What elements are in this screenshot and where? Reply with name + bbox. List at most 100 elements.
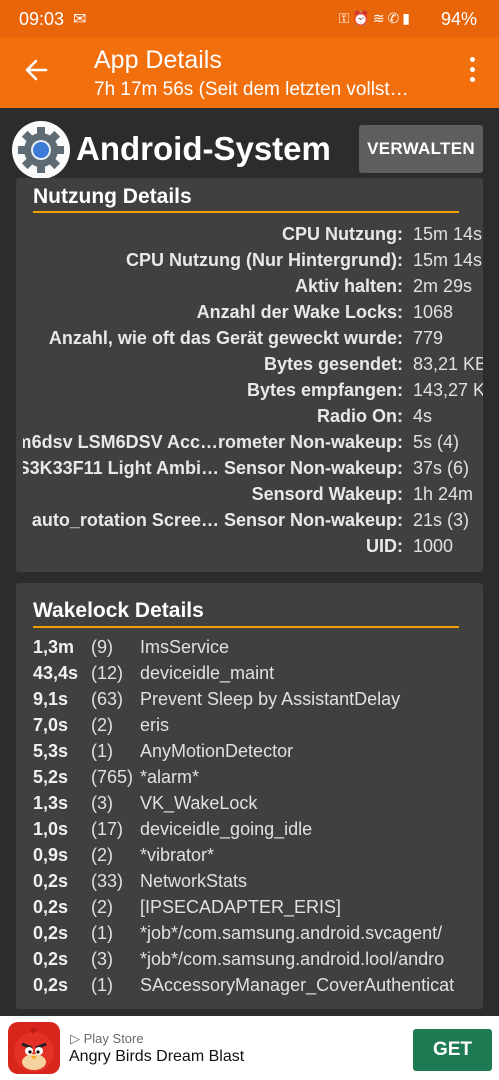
usage-label: TCS3K33F11 Light Ambi… Sensor Non-wakeup… (23, 458, 403, 478)
usage-value: 1000 (413, 536, 454, 556)
wakelock-row: 7,0s (2) eris (16, 715, 483, 741)
wakelock-name: AnyMotionDetector (140, 741, 294, 761)
wakelock-name: *job*/com.samsung.android.lool/andro (140, 949, 445, 969)
wakelock-duration: 0,2s (33, 897, 69, 917)
usage-details-card: Nutzung Details CPU Nutzung: 15m 14s CPU… (16, 178, 483, 572)
usage-row: UID: 1000 (16, 536, 483, 562)
usage-value: 2m 29s (413, 276, 473, 296)
wakelock-row: 0,9s (2) *vibrator* (16, 845, 483, 871)
wakelock-count: (1) (91, 975, 113, 995)
ad-store-label: ▷ Play Store (70, 1031, 144, 1046)
wakelock-duration: 7,0s (33, 715, 69, 735)
status-bar: 09:03 ✉ ⚿⏰≋✆▮ 94% (0, 0, 499, 37)
wakelock-name: [IPSECADAPTER_ERIS] (140, 897, 342, 917)
notification-icon: ✉ (73, 11, 87, 28)
usage-value: 5s (4) (413, 432, 460, 452)
usage-label: CPU Nutzung: (282, 224, 403, 244)
usage-label: lsm6dsv LSM6DSV Acc…rometer Non-wakeup: (23, 432, 403, 452)
usage-value: 1068 (413, 302, 454, 322)
wakelock-duration: 0,2s (33, 975, 69, 995)
usage-row: Aktiv halten: 2m 29s (16, 276, 483, 302)
usage-row: Bytes gesendet: 83,21 KB (16, 354, 483, 380)
wakelock-duration: 43,4s (33, 663, 79, 683)
key-icon: ⚿ (338, 10, 353, 26)
usage-label: Bytes empfangen: (246, 380, 403, 400)
usage-row: Radio On: 4s (16, 406, 483, 432)
wakelock-row: 5,2s (765) *alarm* (16, 767, 483, 793)
arrow-left-icon (25, 59, 48, 81)
angry-bird-icon (8, 1022, 60, 1074)
wakelock-name: deviceidle_going_idle (140, 819, 313, 839)
wakelock-name: ImsService (140, 637, 230, 657)
wakelock-row: 43,4s (12) deviceidle_maint (16, 663, 483, 689)
usage-value: 15m 14s (413, 224, 483, 244)
wakelock-row: 1,3m (9) ImsService (16, 637, 483, 663)
usage-value: 143,27 KB (413, 380, 483, 400)
usage-label: Bytes gesendet: (263, 354, 403, 374)
wakelock-duration: 5,3s (33, 741, 69, 761)
call-icon: ✆ (387, 10, 403, 26)
wakelock-count: (63) (91, 689, 124, 709)
page-subtitle: 7h 17m 56s (Seit dem letzten vollst… (94, 79, 409, 100)
app-header: Android-System VERWALTEN (0, 108, 499, 188)
usage-label: Anzahl der Wake Locks: (196, 302, 403, 322)
wakelock-name: *alarm* (140, 767, 200, 787)
wakelock-details-title: Wakelock Details (33, 599, 204, 622)
wakelock-name: Prevent Sleep by AssistantDelay (140, 689, 401, 709)
wakelock-count: (2) (91, 715, 113, 735)
usage-label: UID: (366, 536, 403, 556)
usage-label: Radio On: (317, 406, 403, 426)
wakelock-duration: 9,1s (33, 689, 69, 709)
wakelock-duration: 1,0s (33, 819, 69, 839)
wakelock-row: 9,1s (63) Prevent Sleep by AssistantDela… (16, 689, 483, 715)
ad-get-button[interactable]: GET (413, 1029, 492, 1071)
wakelock-name: SAccessoryManager_CoverAuthenticat (140, 975, 455, 995)
wakelock-row: 0,2s (33) NetworkStats (16, 871, 483, 897)
usage-label: Aktiv halten: (294, 276, 403, 296)
gear-icon (12, 121, 70, 179)
play-store-icon: ▷ (70, 1031, 80, 1046)
wakelock-name: NetworkStats (140, 871, 248, 891)
wakelock-count: (17) (91, 819, 124, 839)
usage-value: 15m 14s (413, 250, 483, 270)
usage-label: Anzahl, wie oft das Gerät geweckt wurde: (48, 328, 403, 348)
usage-row: CPU Nutzung: 15m 14s (16, 224, 483, 250)
wakelock-row: 0,2s (2) [IPSECADAPTER_ERIS] (16, 897, 483, 923)
wakelock-row: 0,2s (3) *job*/com.samsung.android.lool/… (16, 949, 483, 975)
overflow-menu-icon[interactable] (469, 57, 477, 87)
divider (33, 211, 459, 213)
wakelock-duration: 5,2s (33, 767, 69, 787)
usage-value: 21s (3) (413, 510, 470, 530)
wakelock-duration: 0,2s (33, 949, 69, 969)
wakelock-name: VK_WakeLock (140, 793, 258, 813)
ad-banner[interactable]: ▷ Play Store Angry Birds Dream Blast GET (0, 1016, 499, 1080)
usage-row: auto_rotation Scree… Sensor Non-wakeup: … (16, 510, 483, 536)
wakelock-row: 1,3s (3) VK_WakeLock (16, 793, 483, 819)
wakelock-count: (33) (91, 871, 124, 891)
ad-title: Angry Birds Dream Blast (69, 1048, 245, 1065)
wakelock-count: (3) (91, 949, 113, 969)
usage-row: Bytes empfangen: 143,27 KB (16, 380, 483, 406)
wakelock-row: 0,2s (1) *job*/com.samsung.android.svcag… (16, 923, 483, 949)
usage-label: Sensord Wakeup: (251, 484, 403, 504)
app-bar: App Details 7h 17m 56s (Seit dem letzten… (0, 37, 499, 108)
wakelock-duration: 1,3m (33, 637, 75, 657)
wakelock-count: (3) (91, 793, 113, 813)
signal-icon: ▮ (402, 10, 413, 26)
back-arrow-icon[interactable] (22, 55, 52, 85)
usage-details-title: Nutzung Details (33, 185, 192, 208)
usage-row: TCS3K33F11 Light Ambi… Sensor Non-wakeup… (16, 458, 483, 484)
wakelock-count: (765) (91, 767, 134, 787)
divider (33, 626, 459, 628)
wakelock-duration: 0,9s (33, 845, 69, 865)
usage-value: 83,21 KB (413, 354, 483, 374)
usage-row: lsm6dsv LSM6DSV Acc…rometer Non-wakeup: … (16, 432, 483, 458)
manage-button[interactable]: VERWALTEN (359, 125, 483, 173)
wakelock-name: eris (140, 715, 170, 735)
wakelock-name: *vibrator* (140, 845, 215, 865)
status-time: 09:03 (19, 9, 65, 29)
wakelock-count: (2) (91, 897, 113, 917)
alarm-icon: ⏰ (352, 10, 373, 26)
wakelock-name: deviceidle_maint (140, 663, 275, 683)
usage-value: 1h 24m (413, 484, 474, 504)
